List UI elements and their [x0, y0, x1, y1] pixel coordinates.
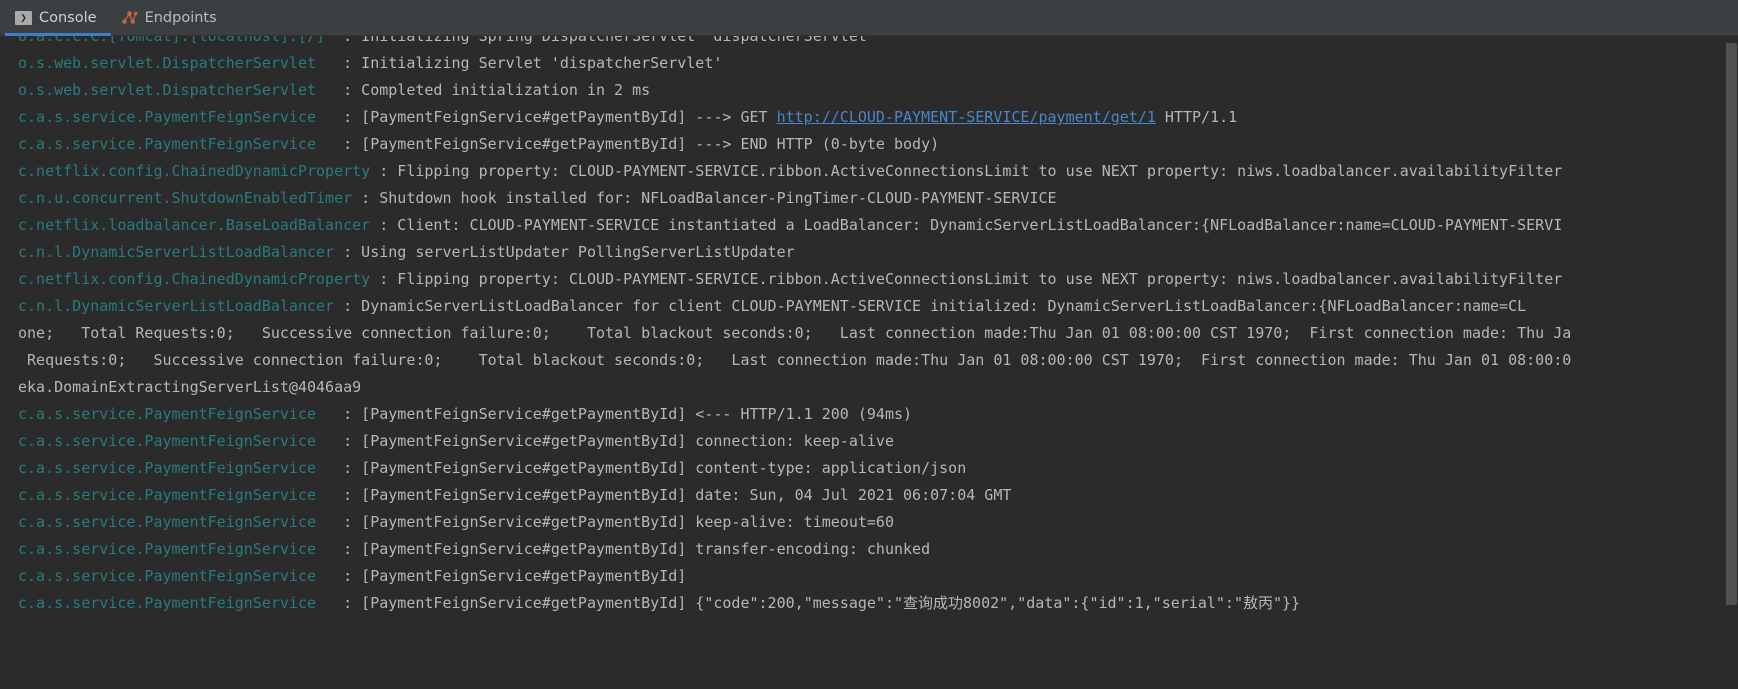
- log-message-text: : Initializing Spring DispatcherServlet …: [343, 36, 876, 45]
- log-message-text: : DynamicServerListLoadBalancer for clie…: [343, 297, 1527, 315]
- log-logger-name: c.n.u.concurrent.ShutdownEnabledTimer: [18, 189, 362, 207]
- console-log-line: c.a.s.service.PaymentFeignService : [Pay…: [18, 509, 1738, 536]
- log-message-text: : Initializing Servlet 'dispatcherServle…: [343, 54, 723, 72]
- console-run-icon: ❯: [15, 9, 32, 26]
- console-log-line: c.a.s.service.PaymentFeignService : [Pay…: [18, 455, 1738, 482]
- log-message-text: : [PaymentFeignService#getPaymentById] -…: [343, 135, 940, 153]
- log-message-text: : [PaymentFeignService#getPaymentById] d…: [343, 486, 1012, 504]
- log-logger-name: c.a.s.service.PaymentFeignService: [18, 432, 344, 450]
- log-logger-name: c.a.s.service.PaymentFeignService: [18, 405, 344, 423]
- log-message-prefix: : [PaymentFeignService#getPaymentById] -…: [343, 108, 777, 126]
- console-log-line: c.netflix.config.ChainedDynamicProperty …: [18, 158, 1738, 185]
- console-left-gutter: [0, 36, 3, 689]
- console-log-line: eka.DomainExtractingServerList@4046aa9: [18, 374, 1738, 401]
- console-scrollbar-thumb[interactable]: [1726, 43, 1737, 605]
- tab-console[interactable]: ❯ Console: [5, 0, 111, 36]
- log-logger-name: c.a.s.service.PaymentFeignService: [18, 567, 344, 585]
- endpoints-graph-icon-svg: [121, 11, 138, 24]
- log-message-text: : [PaymentFeignService#getPaymentById] <…: [343, 405, 913, 423]
- console-log-line: o.a.c.c.C.[Tomcat].[localhost].[/] : Ini…: [18, 36, 1738, 50]
- log-message-text: : [PaymentFeignService#getPaymentById]: [343, 567, 687, 585]
- console-log-line: c.a.s.service.PaymentFeignService : [Pay…: [18, 131, 1738, 158]
- run-tool-window: ❯ Console Endpoints o.a.c.c.C.[Tomcat].[…: [0, 0, 1738, 689]
- log-message-suffix: HTTP/1.1: [1155, 108, 1238, 126]
- console-log-line: c.netflix.config.ChainedDynamicProperty …: [18, 266, 1738, 293]
- console-log-line: c.netflix.loadbalancer.BaseLoadBalancer …: [18, 212, 1738, 239]
- log-message-text: : [PaymentFeignService#getPaymentById] t…: [343, 540, 931, 558]
- console-output-panel[interactable]: o.a.c.c.C.[Tomcat].[localhost].[/] : Ini…: [0, 36, 1738, 689]
- log-message-text: : [PaymentFeignService#getPaymentById] k…: [343, 513, 894, 531]
- console-log-line: c.a.s.service.PaymentFeignService : [Pay…: [18, 590, 1738, 617]
- console-log-line: one; Total Requests:0; Successive connec…: [18, 320, 1738, 347]
- log-message-text: : [PaymentFeignService#getPaymentById] c…: [343, 432, 894, 450]
- console-log-line: c.n.l.DynamicServerListLoadBalancer : Dy…: [18, 293, 1738, 320]
- console-log-line: o.s.web.servlet.DispatcherServlet : Comp…: [18, 77, 1738, 104]
- log-message-text: : [PaymentFeignService#getPaymentById] c…: [343, 459, 967, 477]
- log-logger-name: o.a.c.c.C.[Tomcat].[localhost].[/]: [18, 36, 344, 45]
- log-message-text: : Using serverListUpdater PollingServerL…: [343, 243, 795, 261]
- log-logger-name: c.a.s.service.PaymentFeignService: [18, 594, 344, 612]
- log-url-link[interactable]: http://CLOUD-PAYMENT-SERVICE/payment/get…: [777, 108, 1156, 126]
- log-continuation-text: eka.DomainExtractingServerList@4046aa9: [18, 378, 362, 396]
- log-logger-name: c.n.l.DynamicServerListLoadBalancer: [18, 243, 344, 261]
- log-continuation-text: one; Total Requests:0; Successive connec…: [18, 324, 1572, 342]
- log-logger-name: c.a.s.service.PaymentFeignService: [18, 459, 344, 477]
- console-log-line: c.a.s.service.PaymentFeignService : [Pay…: [18, 536, 1738, 563]
- console-log-lines: o.a.c.c.C.[Tomcat].[localhost].[/] : Ini…: [0, 36, 1738, 617]
- log-logger-name: c.netflix.config.ChainedDynamicProperty: [18, 270, 380, 288]
- console-log-line: o.s.web.servlet.DispatcherServlet : Init…: [18, 50, 1738, 77]
- log-message-text: : Completed initialization in 2 ms: [343, 81, 651, 99]
- console-run-icon-glyph: ❯: [15, 10, 32, 25]
- console-log-line: c.a.s.service.PaymentFeignService : [Pay…: [18, 482, 1738, 509]
- log-message-text: : Flipping property: CLOUD-PAYMENT-SERVI…: [379, 270, 1563, 288]
- console-log-line: Requests:0; Successive connection failur…: [18, 347, 1738, 374]
- log-logger-name: c.a.s.service.PaymentFeignService: [18, 108, 344, 126]
- console-log-line: c.n.l.DynamicServerListLoadBalancer : Us…: [18, 239, 1738, 266]
- tab-endpoints-label: Endpoints: [144, 9, 217, 26]
- console-log-line: c.n.u.concurrent.ShutdownEnabledTimer : …: [18, 185, 1738, 212]
- console-log-line: c.a.s.service.PaymentFeignService : [Pay…: [18, 428, 1738, 455]
- log-logger-name: c.a.s.service.PaymentFeignService: [18, 513, 344, 531]
- tool-window-tabbar: ❯ Console Endpoints: [0, 0, 1738, 36]
- log-logger-name: c.a.s.service.PaymentFeignService: [18, 486, 344, 504]
- log-continuation-text: Requests:0; Successive connection failur…: [18, 351, 1572, 369]
- tab-endpoints[interactable]: Endpoints: [111, 0, 231, 36]
- log-logger-name: o.s.web.servlet.DispatcherServlet: [18, 81, 344, 99]
- console-log-line: c.a.s.service.PaymentFeignService : [Pay…: [18, 563, 1738, 590]
- console-vertical-scrollbar[interactable]: [1724, 36, 1738, 689]
- log-logger-name: c.netflix.loadbalancer.BaseLoadBalancer: [18, 216, 380, 234]
- log-logger-name: c.n.l.DynamicServerListLoadBalancer: [18, 297, 344, 315]
- log-message-text: : [PaymentFeignService#getPaymentById] {…: [343, 594, 1301, 612]
- tab-console-label: Console: [39, 9, 97, 26]
- log-message-text: : Shutdown hook installed for: NFLoadBal…: [361, 189, 1057, 207]
- endpoints-graph-icon: [121, 9, 138, 26]
- log-logger-name: c.a.s.service.PaymentFeignService: [18, 135, 344, 153]
- log-logger-name: o.s.web.servlet.DispatcherServlet: [18, 54, 344, 72]
- log-message-text: : Flipping property: CLOUD-PAYMENT-SERVI…: [379, 162, 1563, 180]
- console-log-line: c.a.s.service.PaymentFeignService : [Pay…: [18, 401, 1738, 428]
- log-logger-name: c.netflix.config.ChainedDynamicProperty: [18, 162, 380, 180]
- log-logger-name: c.a.s.service.PaymentFeignService: [18, 540, 344, 558]
- console-log-line: c.a.s.service.PaymentFeignService : [Pay…: [18, 104, 1738, 131]
- log-message-text: : Client: CLOUD-PAYMENT-SERVICE instanti…: [379, 216, 1563, 234]
